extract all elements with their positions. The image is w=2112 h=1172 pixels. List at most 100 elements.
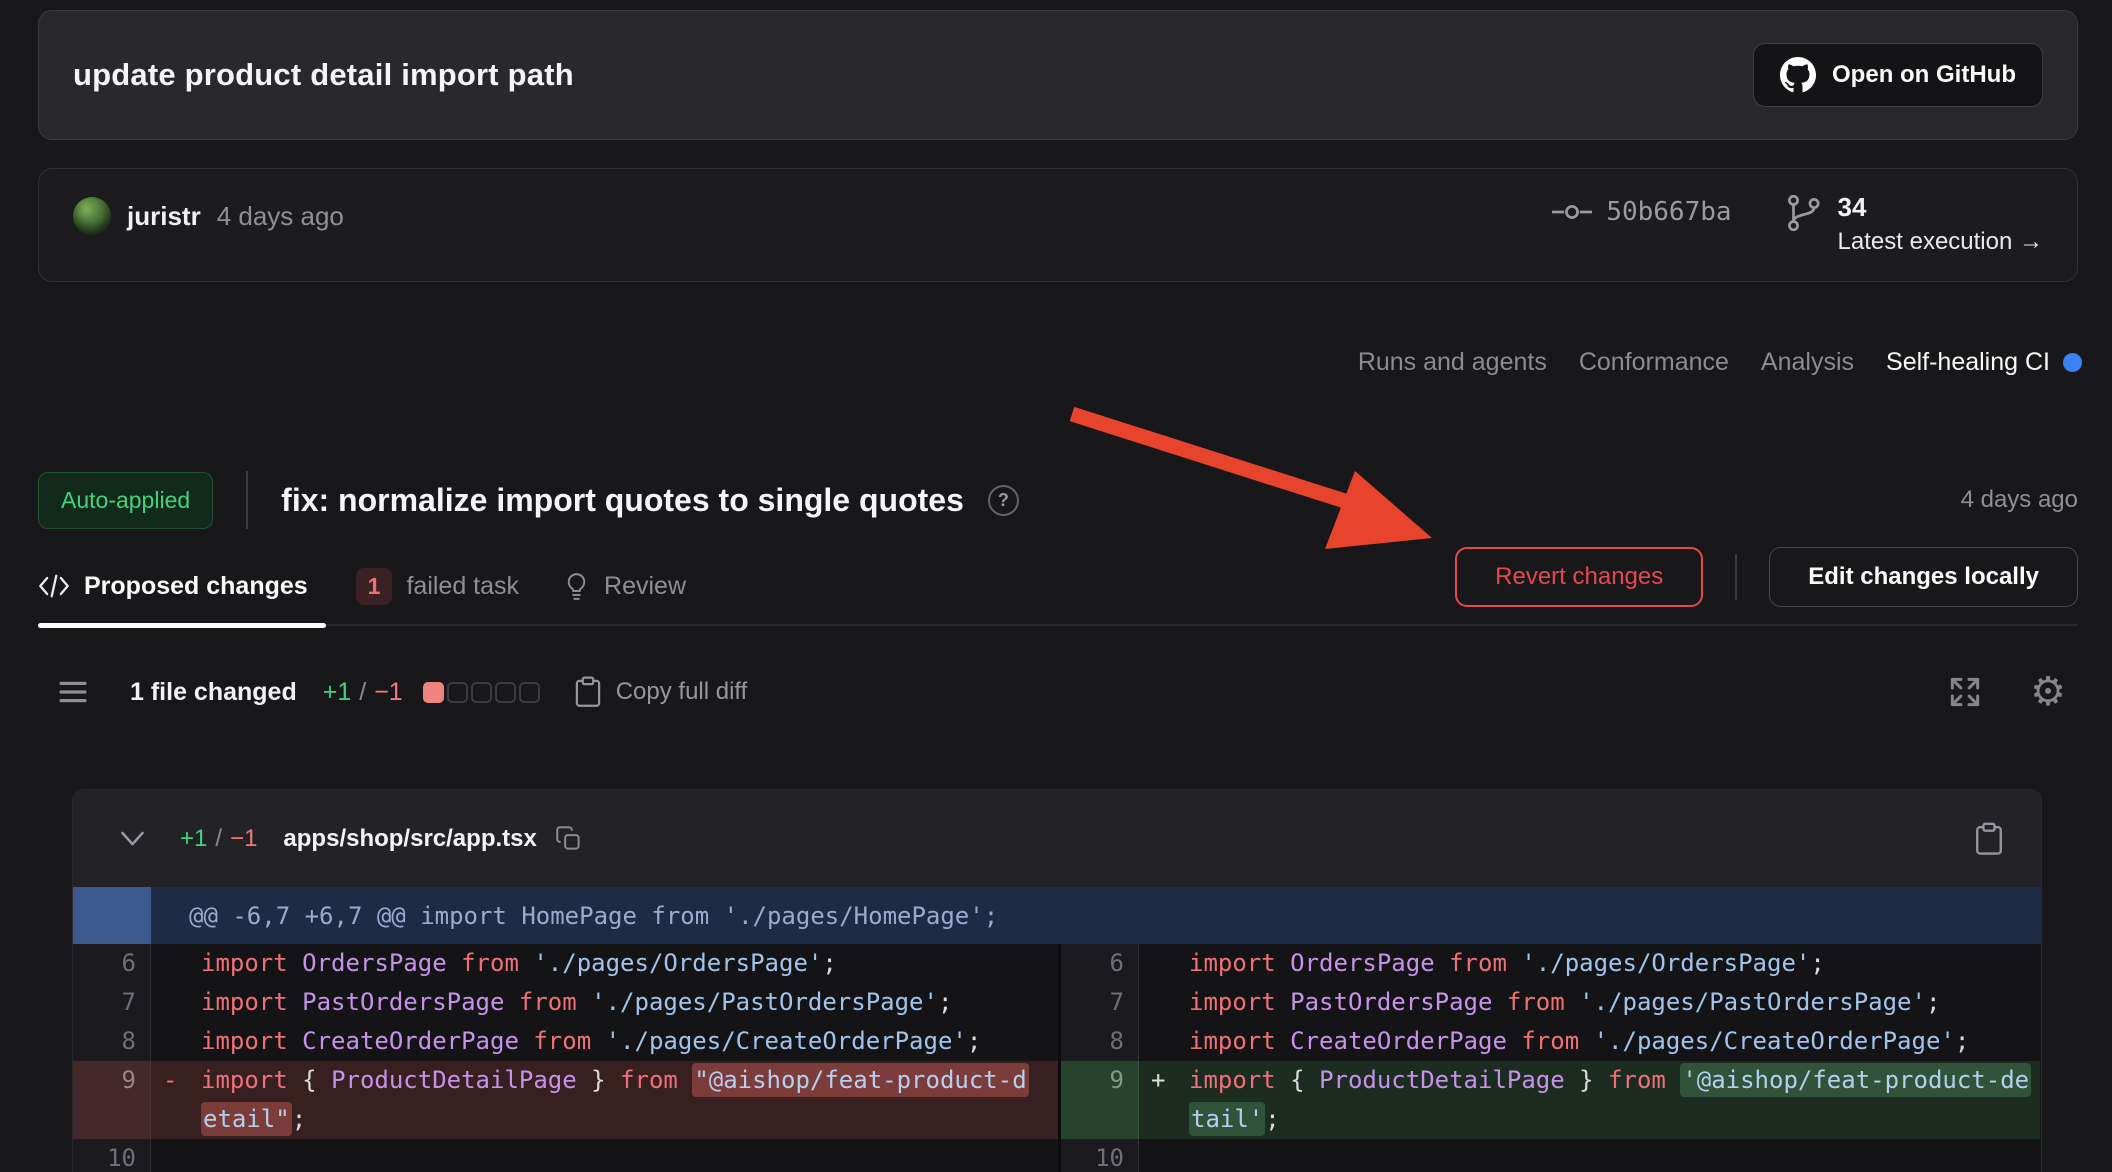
code-content: import { ProductDetailPage } from "@aish… xyxy=(201,1061,1058,1139)
line-number: 10 xyxy=(1061,1139,1139,1172)
commit-time: 4 days ago xyxy=(217,201,344,232)
diff-line: 7import PastOrdersPage from './pages/Pas… xyxy=(73,983,1058,1022)
nav-item-label: Self-healing CI xyxy=(1886,348,2050,377)
title-card: update product detail import path Open o… xyxy=(38,10,2078,140)
file-deletions: −1 xyxy=(230,825,257,853)
deletions-count: −1 xyxy=(374,678,403,707)
action-buttons: Revert changes Edit changes locally xyxy=(1455,547,2078,607)
commit-sha-group[interactable]: 50b667ba xyxy=(1552,197,1731,227)
diff-marker xyxy=(151,1139,201,1172)
run-number: 34 xyxy=(1838,191,2043,223)
diff-marker xyxy=(1139,944,1189,983)
tab-review-label: Review xyxy=(604,572,686,601)
fix-time: 4 days ago xyxy=(1961,486,2078,514)
line-number: 10 xyxy=(73,1139,151,1172)
auto-applied-badge: Auto-applied xyxy=(38,472,213,529)
code-content: import CreateOrderPage from './pages/Cre… xyxy=(201,1022,1058,1061)
code-content xyxy=(1189,1139,2040,1172)
toolbar-right-icons: ⚙ xyxy=(1946,672,2066,712)
line-number: 7 xyxy=(1061,983,1139,1022)
open-on-github-button[interactable]: Open on GitHub xyxy=(1753,43,2043,107)
diff-line: 6 import OrdersPage from './pages/OrdersP… xyxy=(73,944,1058,983)
diff-marker xyxy=(151,944,201,983)
code-content xyxy=(201,1139,1058,1172)
tab-review[interactable]: Review xyxy=(563,546,686,626)
divider xyxy=(1735,554,1737,600)
tab-proposed-changes[interactable]: Proposed changes xyxy=(38,546,326,626)
avatar xyxy=(73,197,111,235)
nav-item-self-healing-ci[interactable]: Self-healing CI xyxy=(1886,348,2082,377)
fix-header-row: Auto-applied fix: normalize import quote… xyxy=(38,458,2078,542)
diff-size-square-filled xyxy=(423,682,444,703)
file-diff-counts: +1 / −1 xyxy=(180,825,257,853)
copy-icon[interactable] xyxy=(555,825,582,852)
diff-marker xyxy=(151,1022,201,1061)
count-separator: / xyxy=(359,678,366,707)
gear-icon[interactable]: ⚙ xyxy=(2030,672,2066,712)
tab-failed-label: failed task xyxy=(406,572,519,601)
revert-changes-button[interactable]: Revert changes xyxy=(1455,547,1703,607)
menu-icon[interactable] xyxy=(56,679,90,705)
commit-author: juristr xyxy=(127,201,201,232)
diff-size-square xyxy=(519,682,540,703)
diff-marker xyxy=(1139,1022,1189,1061)
additions-count: +1 xyxy=(323,678,352,707)
copy-full-diff-label: Copy full diff xyxy=(616,678,748,706)
code-content: import OrdersPage from './pages/OrdersPa… xyxy=(201,944,1058,983)
commit-meta-block: 50b667ba 34 Latest execution → xyxy=(1552,191,2043,257)
nav-item-runs-and-agents[interactable]: Runs and agents xyxy=(1358,348,1547,377)
edit-changes-locally-button[interactable]: Edit changes locally xyxy=(1769,547,2078,607)
branch-icon xyxy=(1784,191,1822,235)
diff-line: 8import CreateOrderPage from './pages/Cr… xyxy=(1061,1022,2040,1061)
divider xyxy=(246,471,248,529)
page-title: update product detail import path xyxy=(73,57,574,93)
notification-dot xyxy=(2063,353,2082,372)
clipboard-icon xyxy=(572,675,604,709)
github-icon xyxy=(1780,57,1816,93)
commit-author-block: juristr 4 days ago xyxy=(73,197,344,235)
execution-col: 34 Latest execution → xyxy=(1838,191,2043,257)
tabs-row: Proposed changes 1 failed task Review Re… xyxy=(38,546,2078,626)
diff-hunk-header: @@ -6,7 +6,7 @@ import HomePage from './… xyxy=(73,887,2041,944)
commit-sha: 50b667ba xyxy=(1606,197,1731,227)
diff-file-header: +1 / −1 apps/shop/src/app.tsx xyxy=(73,790,2041,887)
nav-item-analysis[interactable]: Analysis xyxy=(1761,348,1854,377)
latest-execution-link[interactable]: Latest execution → xyxy=(1838,227,2043,257)
diff-card: +1 / −1 apps/shop/src/app.tsx @@ -6,7 +6… xyxy=(72,789,2042,1172)
code-content: import PastOrdersPage from './pages/Past… xyxy=(1189,983,2040,1022)
nav-item-conformance[interactable]: Conformance xyxy=(1579,348,1729,377)
commit-card: juristr 4 days ago 50b667ba 34 Latest ex… xyxy=(38,168,2078,282)
copy-full-diff-button[interactable]: Copy full diff xyxy=(572,675,748,709)
diff-line: 6import OrdersPage from './pages/OrdersP… xyxy=(1061,944,2040,983)
diff-line: 10 xyxy=(73,1139,1058,1172)
line-number: 6 xyxy=(73,944,151,983)
line-number: 9 xyxy=(1061,1061,1139,1139)
diff-line: 9+import { ProductDetailPage } from '@ai… xyxy=(1061,1061,2040,1139)
diff-line: 10 xyxy=(1061,1139,2040,1172)
hunk-text: @@ -6,7 +6,7 @@ import HomePage from './… xyxy=(151,902,998,930)
diff-panes: 6 import OrdersPage from './pages/OrdersP… xyxy=(73,944,2041,1172)
line-number: 9 xyxy=(73,1061,151,1139)
diff-marker xyxy=(1139,983,1189,1022)
code-content: import OrdersPage from './pages/OrdersPa… xyxy=(1189,944,2040,983)
diff-size-square xyxy=(495,682,516,703)
execution-group: 34 Latest execution → xyxy=(1784,191,2043,257)
diff-marker xyxy=(1139,1139,1189,1172)
code-content: import PastOrdersPage from './pages/Past… xyxy=(201,983,1058,1022)
line-number: 8 xyxy=(1061,1022,1139,1061)
diff-pane-left: 6 import OrdersPage from './pages/OrdersP… xyxy=(73,944,1058,1172)
diff-size-squares xyxy=(423,682,540,703)
diff-pane-right: 6import OrdersPage from './pages/OrdersP… xyxy=(1058,944,2040,1172)
tab-proposed-label: Proposed changes xyxy=(84,572,308,601)
diff-counts: +1 / −1 xyxy=(323,678,403,707)
diff-marker: - xyxy=(151,1061,201,1139)
clipboard-icon[interactable] xyxy=(1972,821,2006,857)
tab-failed-task[interactable]: 1 failed task xyxy=(356,546,519,626)
chevron-down-icon[interactable] xyxy=(119,830,146,847)
diff-size-square xyxy=(471,682,492,703)
expand-icon[interactable] xyxy=(1946,673,1984,711)
help-icon[interactable]: ? xyxy=(988,485,1019,516)
commit-icon xyxy=(1552,203,1592,221)
diff-line: 8import CreateOrderPage from './pages/Cr… xyxy=(73,1022,1058,1061)
lightbulb-icon xyxy=(563,571,590,602)
